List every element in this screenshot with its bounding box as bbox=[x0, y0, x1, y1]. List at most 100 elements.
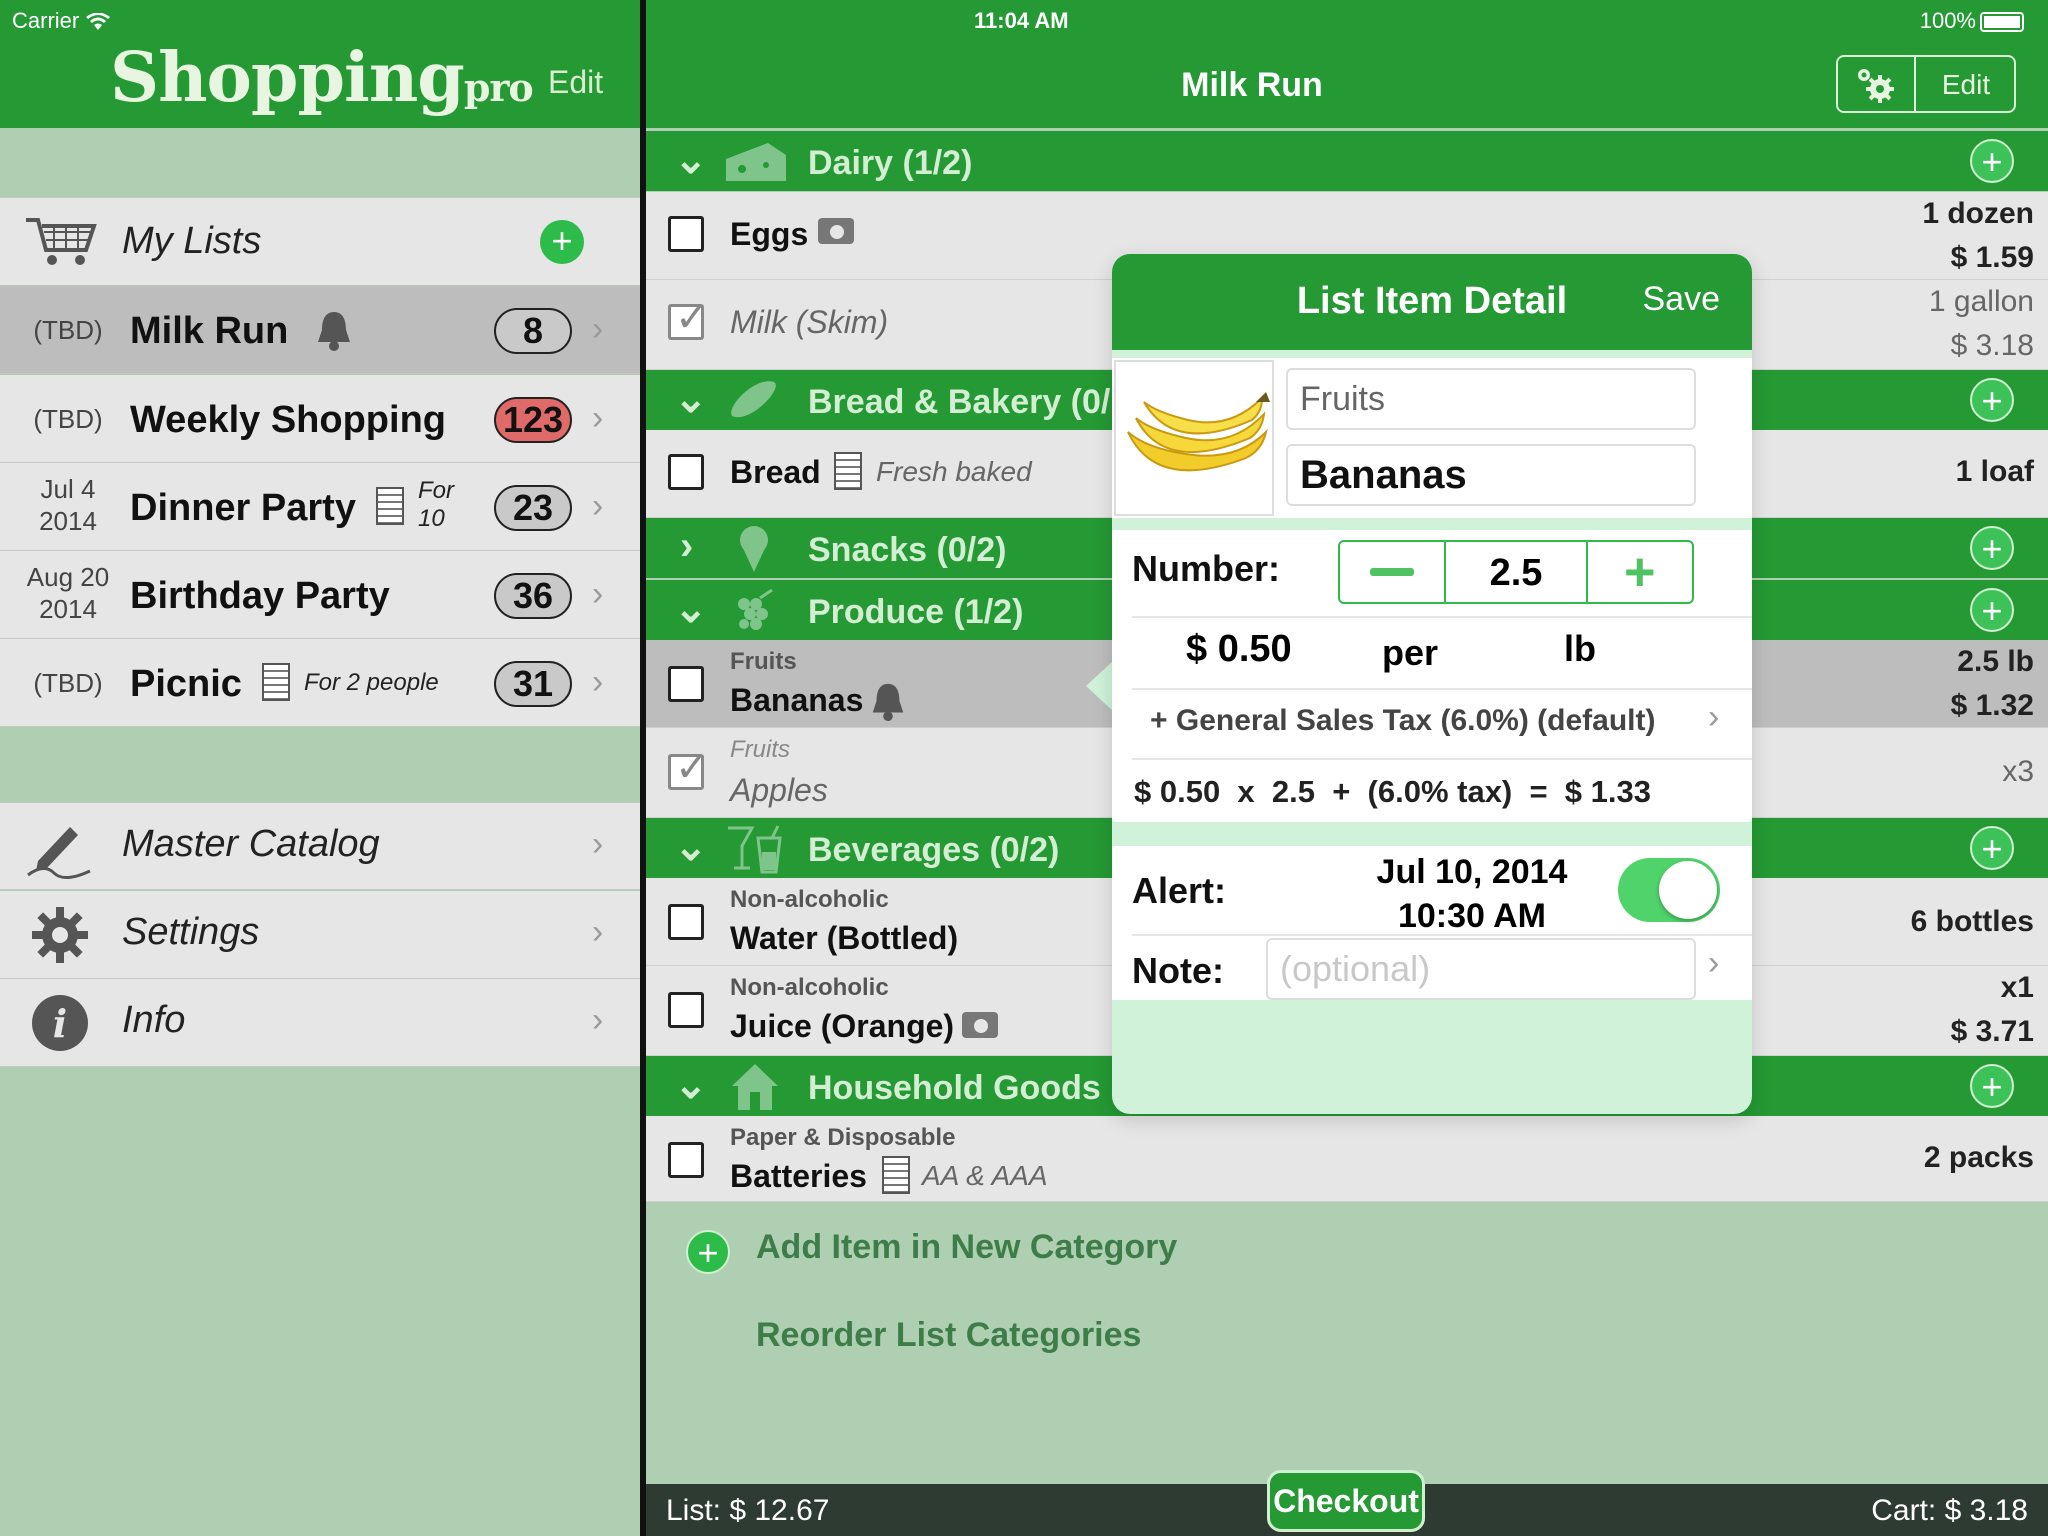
add-item-new-category-button[interactable]: Add Item in New Category bbox=[756, 1228, 1177, 1267]
list-date: (TBD) bbox=[33, 668, 103, 698]
menu-label: Settings bbox=[122, 911, 260, 953]
item-identity-section: Fruits Bananas bbox=[1112, 358, 1752, 518]
chevron-right-icon: › bbox=[592, 663, 604, 701]
quantity-value[interactable]: 2.5 bbox=[1446, 552, 1586, 595]
item-name-field[interactable]: Bananas bbox=[1286, 444, 1696, 506]
category-dairy[interactable]: ⌄ Dairy (1/2) + bbox=[646, 131, 2048, 191]
item-photo[interactable] bbox=[1114, 360, 1274, 516]
category-title: Produce (1/2) bbox=[808, 593, 1024, 631]
list-item-detail-popover: List Item Detail Save Fruits Bananas Num… bbox=[1112, 254, 1752, 1114]
add-item-button[interactable]: + bbox=[1970, 588, 2014, 632]
item-quantity: x1 $ 3.71 bbox=[1950, 971, 2034, 1048]
note-field[interactable]: (optional) bbox=[1266, 938, 1696, 1000]
list-item-milk-run[interactable]: (TBD) Milk Run 8 › bbox=[0, 286, 640, 374]
alert-toggle[interactable] bbox=[1618, 858, 1720, 922]
list-count-badge: 123 bbox=[494, 397, 572, 443]
list-item-weekly-shopping[interactable]: (TBD) Weekly Shopping 123 › bbox=[0, 375, 640, 463]
category-title: Dairy (1/2) bbox=[808, 144, 973, 182]
chevron-right-icon: › bbox=[1708, 698, 1720, 736]
sidebar: Shoppingpro Edit My Lists + (TBD) Milk R… bbox=[0, 0, 640, 1536]
decrement-button[interactable] bbox=[1370, 568, 1414, 576]
menu-label: Info bbox=[122, 999, 186, 1041]
list-name: Dinner Party bbox=[130, 487, 356, 529]
item-category: Fruits bbox=[730, 736, 790, 763]
ice-cream-icon bbox=[740, 526, 768, 572]
item-checkbox[interactable] bbox=[668, 992, 704, 1028]
note-icon bbox=[834, 452, 862, 490]
pricing-section: Number: 2.5 + $ 0.50 per lb + General Sa… bbox=[1112, 530, 1752, 822]
number-label: Number: bbox=[1132, 548, 1281, 589]
drinks-icon bbox=[728, 825, 782, 874]
unit-price-field[interactable]: $ 0.50 bbox=[1186, 628, 1292, 671]
list-name: Milk Run bbox=[130, 310, 289, 352]
item-checkbox[interactable] bbox=[668, 666, 704, 702]
item-checkbox[interactable] bbox=[668, 1142, 704, 1178]
menu-item-info[interactable]: i Info › bbox=[0, 979, 640, 1067]
note-icon bbox=[376, 487, 404, 525]
item-quantity: x3 bbox=[2002, 755, 2034, 788]
item-checkbox[interactable] bbox=[668, 216, 704, 252]
stepper-divider bbox=[1586, 542, 1588, 602]
add-item-button[interactable]: + bbox=[1970, 139, 2014, 183]
category-title: Household Goods ( bbox=[808, 1069, 1122, 1107]
list-date: (TBD) bbox=[33, 315, 103, 345]
app-logo: Shoppingpro bbox=[110, 38, 534, 118]
item-quantity: 6 bottles bbox=[1910, 905, 2034, 938]
popover-arrow bbox=[1086, 660, 1114, 712]
item-checkbox[interactable] bbox=[668, 295, 709, 341]
camera-icon bbox=[962, 1012, 998, 1038]
house-icon bbox=[732, 1064, 778, 1110]
menu-item-master-catalog[interactable]: Master Catalog › bbox=[0, 802, 640, 890]
add-item-button[interactable]: + bbox=[1970, 526, 2014, 570]
my-lists-title: My Lists bbox=[122, 220, 262, 262]
row-divider bbox=[1132, 758, 1752, 760]
checkout-button[interactable]: Checkout bbox=[1267, 1470, 1425, 1532]
note-icon bbox=[882, 1156, 910, 1194]
chevron-right-icon: › bbox=[592, 825, 604, 863]
item-quantity: 2.5 lb $ 1.32 bbox=[1950, 645, 2034, 722]
chevron-right-icon: › bbox=[592, 575, 604, 613]
wifi-icon bbox=[86, 13, 111, 31]
add-item-button[interactable]: + bbox=[1970, 1064, 2014, 1108]
menu-item-settings[interactable]: Settings › bbox=[0, 891, 640, 979]
item-note: AA & AAA bbox=[922, 1160, 1048, 1191]
increment-button[interactable]: + bbox=[1624, 545, 1656, 599]
reorder-categories-button[interactable]: Reorder List Categories bbox=[756, 1316, 1141, 1355]
cart-total: Cart: $ 3.18 bbox=[1871, 1494, 2028, 1527]
item-checkbox[interactable] bbox=[668, 745, 709, 791]
list-count-badge: 8 bbox=[494, 308, 572, 354]
list-edit-button[interactable]: Edit bbox=[1916, 69, 2016, 101]
status-bar: Carrier 11:04 AM 100% bbox=[0, 0, 2048, 40]
add-item-button[interactable]: + bbox=[1970, 826, 2014, 870]
chevron-right-icon: › bbox=[592, 310, 604, 348]
carrier-label: Carrier bbox=[12, 8, 111, 34]
item-name: Juice (Orange) bbox=[730, 1008, 955, 1044]
list-item-dinner-party[interactable]: Jul 4 2014 Dinner Party For 10 23 › bbox=[0, 463, 640, 551]
item-checkbox[interactable] bbox=[668, 454, 704, 490]
gears-icon[interactable] bbox=[1850, 63, 1902, 107]
tax-selector[interactable]: + General Sales Tax (6.0%) (default) bbox=[1150, 704, 1655, 738]
grapes-icon bbox=[738, 588, 773, 630]
cart-icon bbox=[26, 218, 97, 265]
list-count-badge: 23 bbox=[494, 485, 572, 531]
list-name: Picnic bbox=[130, 663, 242, 705]
list-count-badge: 31 bbox=[494, 661, 572, 707]
list-item-picnic[interactable]: (TBD) Picnic For 2 people 31 › bbox=[0, 639, 640, 727]
chevron-down-icon: ⌄ bbox=[674, 377, 708, 421]
list-item-birthday-party[interactable]: Aug 20 2014 Birthday Party 36 › bbox=[0, 551, 640, 639]
add-item-button[interactable]: + bbox=[1970, 378, 2014, 422]
add-list-button[interactable]: + bbox=[540, 220, 584, 264]
item-name: Bread bbox=[730, 454, 821, 490]
list-count-badge: 36 bbox=[494, 573, 572, 619]
list-name: Birthday Party bbox=[130, 575, 390, 617]
category-field[interactable]: Fruits bbox=[1286, 368, 1696, 430]
sidebar-edit-button[interactable]: Edit bbox=[548, 64, 603, 101]
save-button[interactable]: Save bbox=[1643, 280, 1721, 319]
unit-field[interactable]: lb bbox=[1564, 628, 1596, 670]
chevron-down-icon: ⌄ bbox=[674, 587, 708, 631]
add-category-icon[interactable]: + bbox=[686, 1230, 730, 1274]
alert-note-section: Alert: Jul 10, 2014 10:30 AM Note: (optio… bbox=[1112, 846, 1752, 1000]
alert-datetime[interactable]: Jul 10, 2014 10:30 AM bbox=[1332, 850, 1612, 938]
list-item-batteries[interactable]: Paper & Disposable Batteries AA & AAA 2 … bbox=[646, 1116, 2048, 1202]
item-checkbox[interactable] bbox=[668, 904, 704, 940]
